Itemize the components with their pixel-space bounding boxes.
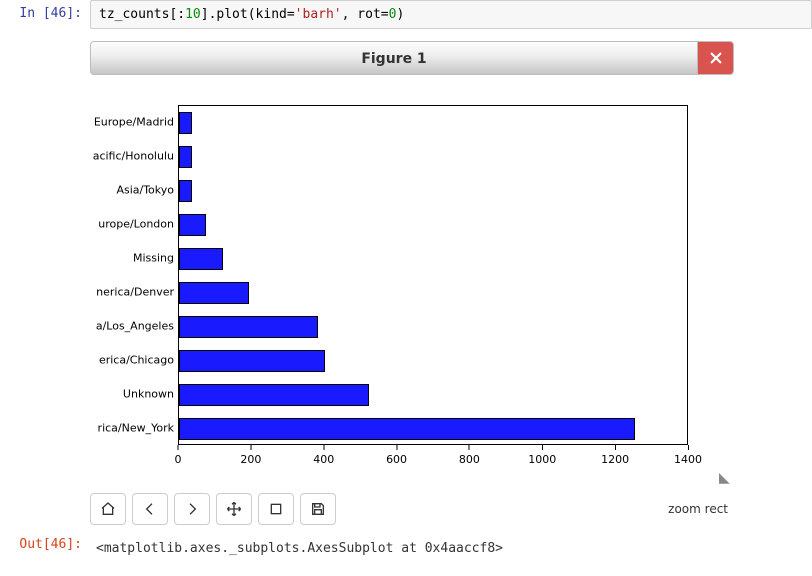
x-tick: 1000: [528, 445, 556, 466]
y-tick-label: a/Los_Angeles: [96, 320, 174, 333]
y-axis-labels: Europe/Madrid acific/Honolulu Asia/Tokyo ur…: [90, 105, 174, 445]
bar: [179, 180, 192, 202]
code-input[interactable]: tz_counts[:10].plot(kind='barh', rot=0): [90, 0, 812, 29]
bar: [179, 214, 206, 236]
save-button[interactable]: [300, 493, 336, 525]
y-tick-label: nerica/Denver: [96, 286, 174, 299]
y-tick-label: Asia/Tokyo: [116, 184, 174, 197]
toolbar-buttons: [90, 493, 336, 525]
y-tick-label: erica/Chicago: [99, 354, 174, 367]
back-button[interactable]: [132, 493, 168, 525]
y-tick-label: urope/London: [98, 218, 174, 231]
x-tick-label: 600: [386, 453, 407, 466]
save-icon: [310, 501, 326, 517]
y-tick-label: acific/Honolulu: [93, 150, 174, 163]
x-tick-label: 200: [240, 453, 261, 466]
close-icon: [709, 51, 723, 65]
out-prompt: Out[46]:: [0, 531, 90, 552]
y-tick-label: rica/New_York: [98, 422, 174, 435]
figure-header: Figure 1: [90, 41, 734, 75]
x-tick-label: 400: [313, 453, 334, 466]
code-text: ): [396, 7, 404, 22]
code-text: ].plot(kind=: [201, 7, 295, 22]
bar: [179, 248, 223, 270]
x-tick: 1200: [601, 445, 629, 466]
figure-output: Figure 1 Europe/Madrid acific/Honolulu Asi…: [90, 41, 734, 485]
pan-button[interactable]: [216, 493, 252, 525]
plot-canvas[interactable]: [178, 105, 688, 445]
code-text: , rot=: [342, 7, 389, 22]
bar: [179, 146, 192, 168]
bar: [179, 282, 249, 304]
square-icon: [268, 501, 284, 517]
x-tick-label: 1200: [601, 453, 629, 466]
chart-area: Europe/Madrid acific/Honolulu Asia/Tokyo ur…: [90, 105, 734, 485]
toolbar-status: zoom rect: [668, 502, 728, 516]
output-cell: Out[46]: <matplotlib.axes._subplots.Axes…: [0, 531, 812, 556]
bar: [179, 418, 635, 440]
output-repr: <matplotlib.axes._subplots.AxesSubplot a…: [90, 537, 812, 556]
x-tick: 800: [459, 445, 480, 466]
code-string: 'barh': [295, 7, 342, 22]
arrow-left-icon: [142, 501, 158, 517]
x-tick: 200: [240, 445, 261, 466]
x-axis: 0200400600800100012001400: [178, 445, 688, 475]
bar: [179, 350, 325, 372]
code-number: 10: [185, 7, 201, 22]
bar: [179, 316, 318, 338]
arrow-right-icon: [184, 501, 200, 517]
code-text: tz_counts[:: [99, 7, 185, 22]
bar: [179, 112, 192, 134]
y-tick-label: Europe/Madrid: [94, 116, 174, 129]
figure-toolbar: zoom rect: [90, 493, 734, 525]
home-button[interactable]: [90, 493, 126, 525]
x-tick: 0: [175, 445, 182, 466]
close-button[interactable]: [697, 42, 733, 74]
forward-button[interactable]: [174, 493, 210, 525]
y-tick-label: Unknown: [123, 388, 174, 401]
in-prompt: In [46]:: [0, 0, 90, 21]
bar: [179, 384, 369, 406]
resize-handle[interactable]: ◢: [719, 471, 730, 485]
x-tick: 1400: [674, 445, 702, 466]
input-cell: In [46]: tz_counts[:10].plot(kind='barh'…: [0, 0, 812, 29]
figure-title: Figure 1: [91, 42, 697, 74]
bars-container: [179, 106, 687, 444]
y-tick-label: Missing: [133, 252, 174, 265]
x-tick-label: 0: [175, 453, 182, 466]
zoom-button[interactable]: [258, 493, 294, 525]
move-icon: [226, 501, 242, 517]
home-icon: [100, 501, 116, 517]
x-tick-label: 800: [459, 453, 480, 466]
x-tick: 400: [313, 445, 334, 466]
x-tick: 600: [386, 445, 407, 466]
x-tick-label: 1000: [528, 453, 556, 466]
x-tick-label: 1400: [674, 453, 702, 466]
